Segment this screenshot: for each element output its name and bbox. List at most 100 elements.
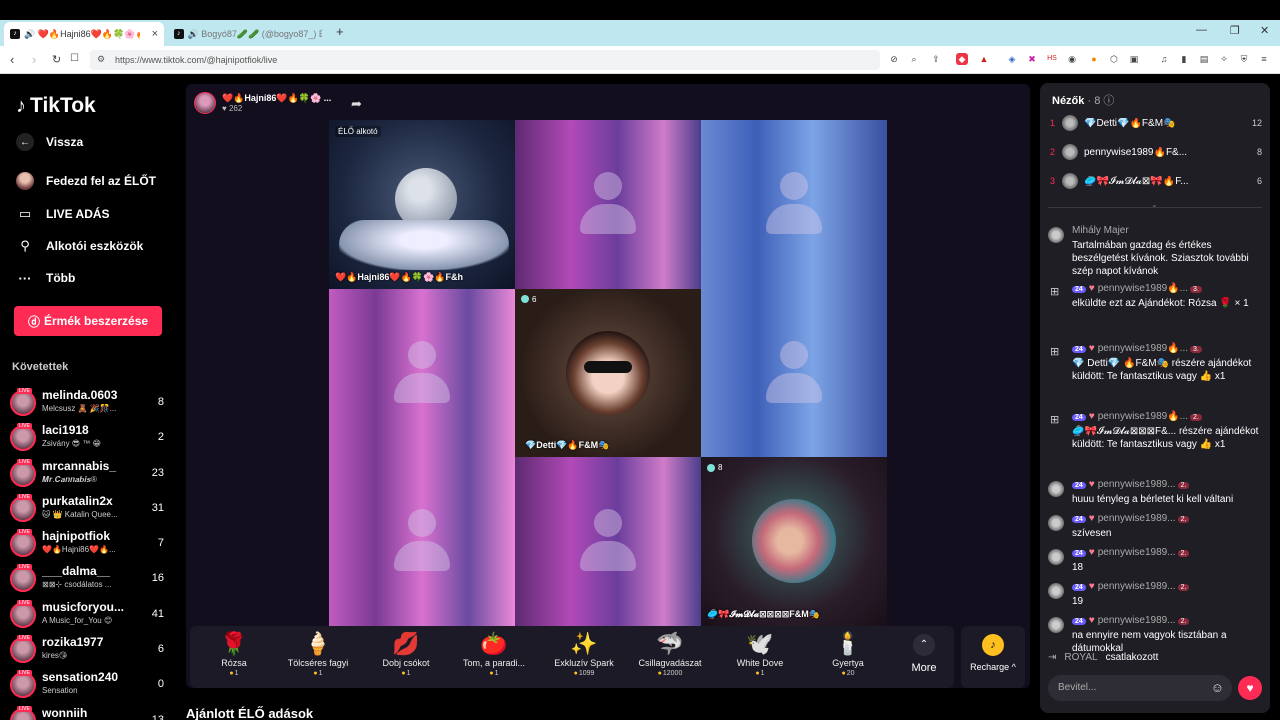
following-item[interactable]: LIVE mrcannabis_ 𝑴𝒓.𝑪𝒂𝒏𝒏𝒂𝒃𝒊𝒔® 23 (10, 457, 170, 492)
top-viewer-row[interactable]: 3 🥏🎀𝓘𝓶𝓓𝓵𝓪⊠🎀🔥F... 6 (1050, 171, 1262, 191)
message-user[interactable]: Mihály Majer (1072, 225, 1129, 236)
menu-icon[interactable]: ≡ (1258, 53, 1270, 65)
get-coins-button[interactable]: ⓓ Érmék beszerzése (14, 306, 162, 336)
vpn-icon[interactable]: ⛨ (1238, 53, 1250, 65)
following-item[interactable]: LIVE rozika1977 kires😘 6 (10, 633, 170, 668)
share-page-icon[interactable]: ⇪ (930, 53, 942, 65)
zoom-icon[interactable]: ⌕ (908, 53, 920, 65)
extension-icon[interactable]: HS (1046, 53, 1058, 65)
guest-cell-empty[interactable] (329, 457, 515, 626)
gift-kiss[interactable]: 💋 Dobj csókot 1 (366, 630, 446, 686)
site-info-icon[interactable]: ⚙ (97, 54, 105, 65)
extension-icon[interactable]: ⬡ (1108, 53, 1120, 65)
guest-cell-empty[interactable] (329, 288, 515, 458)
gift-ice-cream[interactable]: 🍦 Tölcséres fagyi 1 (278, 630, 358, 686)
following-item[interactable]: LIVE sensation240 Sensation 0 (10, 668, 170, 703)
brave-shield-icon[interactable]: ◆ (956, 53, 968, 65)
like-heart-button[interactable]: ♥ (1238, 676, 1262, 700)
following-item[interactable]: LIVE hajnipotfiok ❤️🔥Hajni86❤️🔥... 7 (10, 527, 170, 562)
avatar[interactable] (1048, 227, 1064, 243)
guest-cell-empty[interactable] (701, 288, 887, 458)
more-gifts-button[interactable]: ⌃ More (904, 634, 944, 674)
avatar[interactable] (1048, 515, 1064, 531)
following-item[interactable]: LIVE wonniih 13 (10, 704, 170, 720)
guest-cell-empty[interactable] (515, 457, 701, 626)
gift-white-dove[interactable]: 🕊️ White Dove 1 (720, 630, 800, 686)
new-tab-icon[interactable]: + (336, 24, 344, 39)
guest-cell-host[interactable]: ÉLŐ alkotó ❤️🔥Hajni86❤️🔥🍀🌸🔥F&h (329, 120, 515, 289)
guest-cell-camera[interactable]: 6 💎Detti💎🔥F&M🎭 (515, 288, 701, 458)
message-header[interactable]: 24 ♥ pennywise1989🔥... 3. (1072, 283, 1202, 294)
following-item[interactable]: LIVE musicforyou... A Music_for_You 😊 41 (10, 598, 170, 633)
browser-tab-active[interactable]: ♪ 🔊 ❤️🔥Hajni86❤️🔥🍀🌸🔥 ... × (4, 22, 164, 46)
nav-live-studio[interactable]: ▭ LIVE ADÁS (16, 205, 110, 223)
share-icon[interactable]: ➦ (351, 96, 362, 112)
viewer-count: 23 (151, 466, 164, 479)
avatar: LIVE (10, 564, 36, 593)
guest-cell-camera[interactable]: 8 🥏🎀𝓘𝓶𝓓𝓵𝓪⊠⊠⊠⊠F&M🎭 (701, 457, 887, 626)
close-window-icon[interactable]: ✕ (1260, 24, 1269, 37)
minimize-icon[interactable]: — (1196, 24, 1207, 36)
url-field[interactable]: ⚙ https://www.tiktok.com/@hajnipotfiok/l… (90, 50, 880, 70)
guest-cell-empty[interactable] (701, 120, 887, 289)
host-avatar[interactable] (194, 92, 216, 114)
gift-spark[interactable]: ✨ Exkluzív Spark 1099 (544, 630, 624, 686)
following-item[interactable]: LIVE ___dalma__ ⊠⊠⊹ csodálatos ... 16 (10, 562, 170, 597)
following-item[interactable]: LIVE purkatalin2x 🐱 👑 Katalin Quee... 31 (10, 492, 170, 527)
extension-icon[interactable]: ● (1088, 53, 1100, 65)
nav-more[interactable]: ··· Több (16, 269, 76, 287)
sidebar-icon[interactable]: ▮ (1178, 53, 1190, 65)
following-item[interactable]: LIVE melinda.0603 Melcsusz 🧸 🎉🎊... 8 (10, 386, 170, 421)
joined-user[interactable]: ROYAL (1064, 652, 1097, 663)
avatar[interactable] (1048, 617, 1064, 633)
browser-tab[interactable]: ♪ 🔊 Bogyó87🥒🥒 (@bogyo87_) ÉL... (168, 22, 328, 46)
tiktok-logo[interactable]: ♪ TikTok (16, 94, 96, 118)
extension-icon[interactable]: ✖ (1026, 53, 1038, 65)
gift-star-hunt[interactable]: 🦈 Csillagvadászat 12000 (630, 630, 710, 686)
music-icon[interactable]: ♫ (1158, 53, 1170, 65)
nav-explore-live[interactable]: Fedezd fel az ÉLŐT (16, 172, 156, 190)
gift-bar: 🌹Rózsa1 🍦Tölcséres fagyi1 💋Dobj csókot1 … (190, 626, 1026, 690)
tab-title: 🔊 ❤️🔥Hajni86❤️🔥🍀🌸🔥 ... (24, 28, 140, 39)
following-item[interactable]: LIVE laci1918 Zsivány 😎 ™ 😁 2 (10, 421, 170, 456)
message-header[interactable]: 24 ♥ pennywise1989🔥... 2. (1072, 411, 1202, 422)
gift-icon: ⊞ (1050, 414, 1060, 426)
message-header[interactable]: 24 ♥ pennywise1989🔥... 3. (1072, 343, 1202, 354)
avatar[interactable] (1048, 583, 1064, 599)
wallet-icon[interactable]: ▤ (1198, 53, 1210, 65)
gift-tomato[interactable]: 🍅 Tom, a paradi... 1 (454, 630, 534, 686)
close-tab-icon[interactable]: × (152, 28, 158, 40)
host-info[interactable]: ❤️🔥Hajni86❤️🔥🍀🌸 ... ♥ 262 (194, 92, 331, 114)
rewards-icon[interactable]: ▲ (978, 53, 990, 65)
gift-rose[interactable]: 🌹 Rózsa 1 (194, 630, 274, 686)
bookmark-icon[interactable]: ☐ (70, 53, 79, 64)
message-header[interactable]: 24 ♥ pennywise1989... 2. (1072, 615, 1190, 626)
chat-input[interactable]: Bevitel... ☺ (1048, 675, 1232, 701)
reload-icon[interactable]: ↻ (52, 53, 61, 66)
message-header[interactable]: 24 ♥ pennywise1989... 2. (1072, 547, 1190, 558)
message-header[interactable]: 24 ♥ pennywise1989... 2. (1072, 513, 1190, 524)
extension-icon[interactable]: ◈ (1006, 53, 1018, 65)
nav-label: Több (46, 271, 76, 285)
extension-icon[interactable]: ▣ (1128, 53, 1140, 65)
avatar[interactable] (1048, 549, 1064, 565)
emoji-icon[interactable]: ☺ (1211, 680, 1224, 695)
top-viewer-row[interactable]: 2 pennywise1989🔥F&... 8 (1050, 142, 1262, 162)
forward-icon[interactable]: › (32, 52, 36, 67)
restore-icon[interactable]: ❐ (1230, 24, 1240, 37)
top-viewer-row[interactable]: 1 💎Detti💎🔥F&M🎭 12 (1050, 113, 1262, 133)
message-header[interactable]: 24 ♥ pennywise1989... 2. (1072, 581, 1190, 592)
back-icon[interactable]: ‹ (10, 52, 14, 67)
gift-candle[interactable]: 🕯️ Gyertya 20 (808, 630, 888, 686)
nav-creator-tools[interactable]: ⚲ Alkotói eszközök (16, 237, 143, 255)
extension-icon[interactable]: ◉ (1066, 53, 1078, 65)
message-header[interactable]: 24 ♥ pennywise1989... 2. (1072, 479, 1190, 490)
recharge-button[interactable]: ♪ Recharge ^ (961, 626, 1025, 688)
avatar[interactable] (1048, 481, 1064, 497)
leo-icon[interactable]: ✧ (1218, 53, 1230, 65)
guest-cell-empty[interactable] (515, 120, 701, 289)
nav-back[interactable]: ← Vissza (16, 133, 83, 151)
viewers-header[interactable]: Nézők · 8 ⓘ (1052, 92, 1114, 108)
info-icon[interactable]: ⓘ (1103, 95, 1114, 107)
translate-icon[interactable]: ⊘ (888, 53, 900, 65)
